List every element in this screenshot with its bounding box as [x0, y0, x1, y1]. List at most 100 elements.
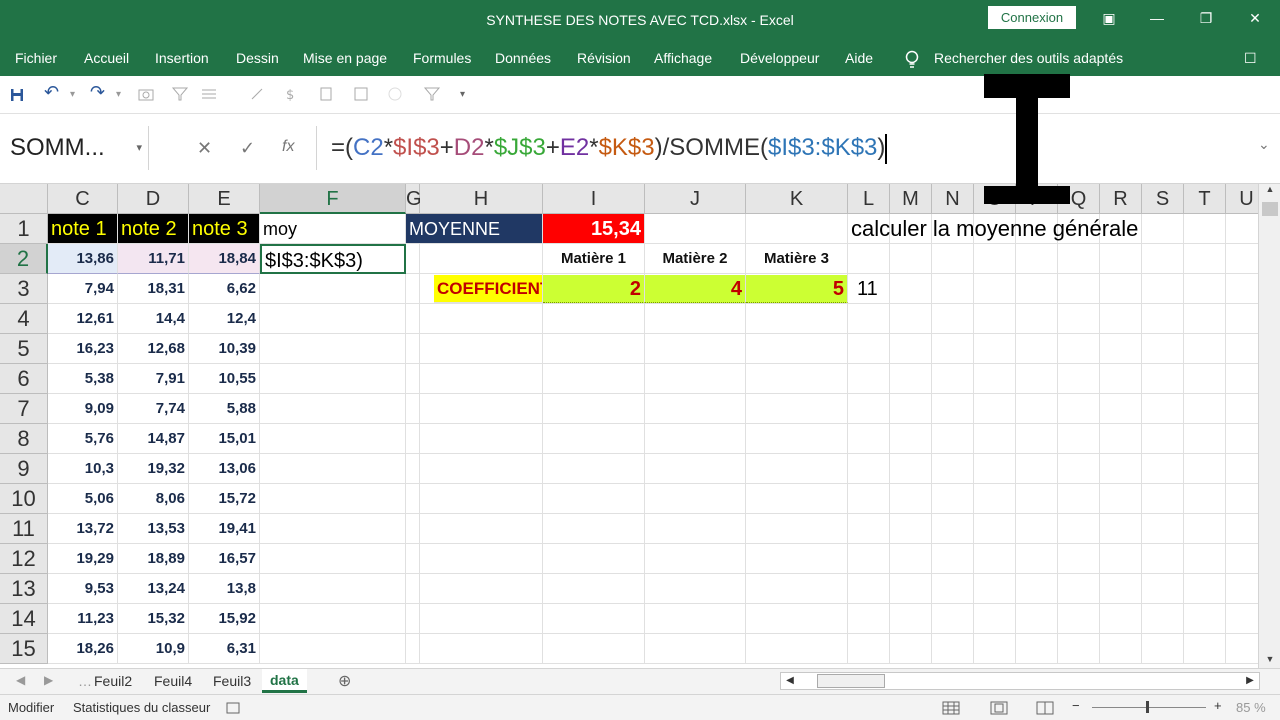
cell[interactable] — [974, 424, 1016, 454]
cell[interactable] — [1226, 604, 1258, 634]
row-header-4[interactable]: 4 — [0, 304, 48, 334]
cell[interactable] — [406, 514, 420, 544]
picture-icon[interactable] — [354, 87, 368, 101]
cell[interactable] — [1142, 424, 1184, 454]
cell[interactable] — [420, 454, 543, 484]
currency-icon[interactable]: $ — [284, 87, 298, 101]
cell[interactable] — [645, 514, 746, 544]
worksheet-grid[interactable]: CDEFGHIJKLMNOPQRSTU123456789101112131415… — [0, 184, 1258, 668]
cell[interactable] — [645, 634, 746, 664]
macro-record-icon[interactable] — [226, 702, 240, 714]
redo-dropdown-icon[interactable]: ▾ — [116, 89, 121, 100]
cell[interactable] — [848, 394, 890, 424]
cell[interactable] — [1058, 304, 1100, 334]
note-cell[interactable]: 7,94 — [48, 274, 118, 304]
cell[interactable] — [543, 454, 645, 484]
close-icon[interactable]: ✕ — [1240, 6, 1270, 30]
cell[interactable] — [1142, 634, 1184, 664]
select-all-corner[interactable] — [0, 184, 48, 214]
horizontal-scroll-thumb[interactable] — [817, 674, 885, 688]
cell[interactable] — [932, 634, 974, 664]
cell[interactable] — [1058, 514, 1100, 544]
note-cell[interactable]: 10,39 — [189, 334, 260, 364]
cell[interactable] — [1226, 484, 1258, 514]
cell-f1[interactable]: moy — [260, 214, 406, 244]
cell[interactable] — [406, 484, 420, 514]
cell[interactable] — [932, 574, 974, 604]
cell[interactable] — [406, 304, 420, 334]
cell[interactable] — [1184, 484, 1226, 514]
cell[interactable] — [645, 454, 746, 484]
sheet-prev-icon[interactable]: ◀ — [16, 673, 25, 687]
note-cell[interactable]: 9,53 — [48, 574, 118, 604]
zoom-slider-thumb[interactable] — [1146, 701, 1149, 713]
column-header-h[interactable]: H — [420, 184, 543, 214]
cell[interactable] — [1100, 574, 1142, 604]
row-header-6[interactable]: 6 — [0, 364, 48, 394]
name-box-dropdown-icon[interactable]: ▾ — [136, 126, 142, 170]
cell[interactable] — [543, 334, 645, 364]
cell[interactable] — [1184, 454, 1226, 484]
cell[interactable] — [645, 304, 746, 334]
cell[interactable] — [645, 424, 746, 454]
cell[interactable] — [406, 394, 420, 424]
cell[interactable] — [260, 604, 406, 634]
note-cell[interactable]: 14,4 — [118, 304, 189, 334]
cell[interactable] — [1100, 304, 1142, 334]
row-header-9[interactable]: 9 — [0, 454, 48, 484]
row-header-15[interactable]: 15 — [0, 634, 48, 664]
cell[interactable] — [420, 544, 543, 574]
customize-qat-icon[interactable]: ▾ — [460, 89, 465, 100]
note-cell[interactable]: 16,23 — [48, 334, 118, 364]
cell[interactable] — [890, 274, 932, 304]
cell[interactable] — [1016, 514, 1058, 544]
column-header-m[interactable]: M — [890, 184, 932, 214]
cell[interactable] — [848, 454, 890, 484]
cell[interactable] — [260, 424, 406, 454]
comment-icon[interactable]: ☐ — [1244, 50, 1257, 67]
cell[interactable] — [932, 304, 974, 334]
column-header-r[interactable]: R — [1100, 184, 1142, 214]
name-box[interactable]: SOMM... ▾ — [6, 126, 149, 170]
cell[interactable] — [932, 364, 974, 394]
cell[interactable] — [1226, 304, 1258, 334]
cell[interactable] — [260, 634, 406, 664]
coefficient-sum[interactable]: 11 — [854, 274, 896, 304]
scroll-up-icon[interactable]: ▲ — [1262, 184, 1278, 198]
cell[interactable] — [1184, 424, 1226, 454]
cell[interactable] — [1016, 424, 1058, 454]
camera-icon[interactable] — [138, 87, 154, 101]
cell[interactable] — [1142, 544, 1184, 574]
cell[interactable] — [420, 514, 543, 544]
cell[interactable] — [406, 334, 420, 364]
cell-e1[interactable]: note 3 — [189, 214, 260, 244]
column-header-k[interactable]: K — [746, 184, 848, 214]
note-cell[interactable]: 18,31 — [118, 274, 189, 304]
cell[interactable] — [932, 544, 974, 574]
cell[interactable] — [848, 634, 890, 664]
cell[interactable] — [1058, 364, 1100, 394]
cell-moyenne-value[interactable]: 15,34 — [543, 214, 645, 244]
cell[interactable] — [1016, 484, 1058, 514]
minimize-icon[interactable]: — — [1142, 6, 1172, 30]
horizontal-scrollbar[interactable]: ◀ ▶ — [780, 672, 1260, 690]
cell[interactable] — [1142, 454, 1184, 484]
cell[interactable] — [1142, 364, 1184, 394]
cell[interactable] — [406, 364, 420, 394]
cell[interactable] — [848, 604, 890, 634]
cell[interactable] — [1226, 424, 1258, 454]
cell[interactable] — [746, 634, 848, 664]
row-header-7[interactable]: 7 — [0, 394, 48, 424]
cell[interactable] — [974, 514, 1016, 544]
filter-icon[interactable] — [172, 87, 188, 101]
cell[interactable] — [1058, 244, 1100, 274]
cell[interactable] — [932, 424, 974, 454]
cell[interactable] — [746, 454, 848, 484]
note-cell[interactable]: 10,55 — [189, 364, 260, 394]
cell[interactable] — [890, 454, 932, 484]
cell[interactable] — [1226, 334, 1258, 364]
tab-mise-en-page[interactable]: Mise en page — [303, 50, 387, 66]
cell[interactable] — [746, 514, 848, 544]
cell[interactable] — [1058, 334, 1100, 364]
cell[interactable] — [1058, 274, 1100, 304]
